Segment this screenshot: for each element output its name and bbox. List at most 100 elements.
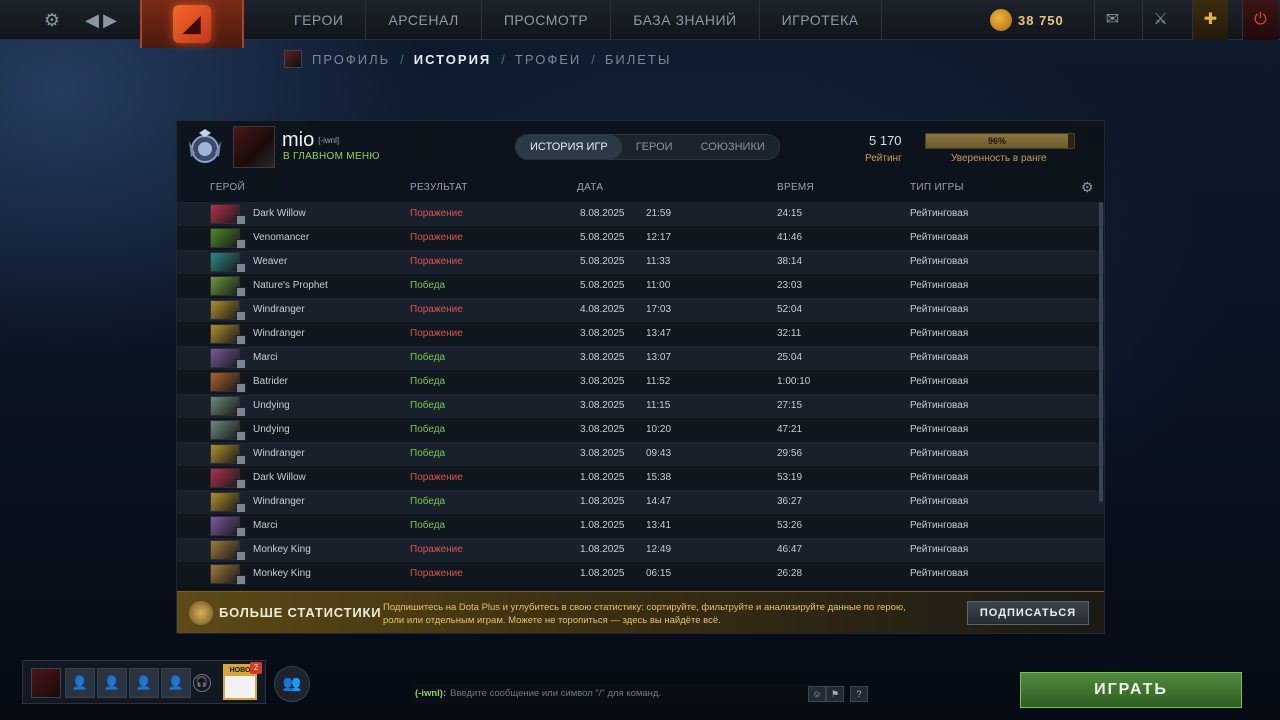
table-row[interactable]: Monkey King Поражение 1.08.2025 06:15 26…	[177, 562, 1104, 586]
match-time: 06:15	[646, 568, 672, 579]
table-row[interactable]: Windranger Победа 1.08.2025 14:47 36:27 …	[177, 490, 1104, 514]
player-avatar[interactable]	[233, 126, 275, 168]
hero-name: Monkey King	[253, 544, 311, 555]
tab-match-history[interactable]: ИСТОРИЯ ИГР	[516, 135, 622, 159]
table-row[interactable]: Windranger Победа 3.08.2025 09:43 29:56 …	[177, 442, 1104, 466]
hero-name: Weaver	[253, 256, 288, 267]
shards-counter[interactable]: 38 750	[990, 8, 1064, 32]
role-icon	[236, 455, 246, 465]
party-slot-self[interactable]	[31, 668, 61, 698]
nav-learn[interactable]: БАЗА ЗНАНИЙ	[611, 0, 760, 40]
forward-arrow-icon[interactable]: ▶	[98, 8, 122, 32]
match-duration: 47:21	[777, 424, 803, 435]
match-time: 12:49	[646, 544, 672, 555]
party-slot-empty[interactable]: 👤	[97, 668, 127, 698]
table-row[interactable]: Windranger Поражение 3.08.2025 13:47 32:…	[177, 322, 1104, 346]
role-icon	[236, 503, 246, 513]
nav-arcade[interactable]: ИГРОТЕКА	[760, 0, 882, 40]
gear-icon[interactable]: ⚙	[40, 8, 64, 32]
table-row[interactable]: Undying Победа 3.08.2025 11:15 27:15 Рей…	[177, 394, 1104, 418]
role-icon	[236, 287, 246, 297]
rating-value: 5 170	[869, 133, 902, 148]
hero-name: Monkey King	[253, 568, 311, 579]
power-icon[interactable]: ⏻	[1242, 0, 1278, 40]
avatar	[284, 50, 302, 68]
gear-icon[interactable]: ⚙	[1081, 179, 1094, 196]
help-icon[interactable]: ?	[850, 686, 868, 702]
match-history-panel: mio [-iwnl] В ГЛАВНОМ МЕНЮ ИСТОРИЯ ИГР ГЕ…	[176, 120, 1105, 634]
match-date: 5.08.2025	[580, 232, 625, 243]
match-date: 8.08.2025	[580, 208, 625, 219]
table-row[interactable]: Marci Победа 3.08.2025 13:07 25:04 Рейти…	[177, 346, 1104, 370]
game-mode: Рейтинговая	[910, 352, 969, 363]
chat-bar[interactable]: (-iwnl): Введите сообщение или символ "/"…	[412, 684, 868, 704]
table-row[interactable]: Windranger Поражение 4.08.2025 17:03 52:…	[177, 298, 1104, 322]
nav-heroes[interactable]: ГЕРОИ	[272, 0, 367, 40]
nav-watch[interactable]: ПРОСМОТР	[482, 0, 612, 40]
match-date: 3.08.2025	[580, 448, 625, 459]
party-slot-empty[interactable]: 👤	[129, 668, 159, 698]
match-result: Поражение	[410, 304, 463, 315]
party-slot-empty[interactable]: 👤	[161, 668, 191, 698]
col-hero[interactable]: ГЕРОЙ	[210, 182, 245, 193]
table-row[interactable]: Dark Willow Поражение 8.08.2025 21:59 24…	[177, 202, 1104, 226]
table-row[interactable]: Venomancer Поражение 5.08.2025 12:17 41:…	[177, 226, 1104, 250]
play-button[interactable]: ИГРАТЬ	[1020, 672, 1242, 708]
tab-allies[interactable]: СОЮЗНИКИ	[687, 135, 779, 159]
dota-logo-icon: ◢	[173, 5, 211, 43]
table-row[interactable]: Monkey King Поражение 1.08.2025 12:49 46…	[177, 538, 1104, 562]
match-date: 3.08.2025	[580, 400, 625, 411]
col-game-mode[interactable]: ТИП ИГРЫ	[910, 182, 964, 193]
subscribe-button[interactable]: ПОДПИСАТЬСЯ	[967, 601, 1089, 625]
scrollbar[interactable]	[1099, 202, 1103, 502]
match-duration: 52:04	[777, 304, 803, 315]
party-panel: 👤 👤 👤 👤 🎧 НОВО 2	[22, 660, 266, 704]
friends-icon[interactable]: 👥	[274, 666, 310, 702]
col-date[interactable]: ДАТА	[577, 182, 603, 193]
voice-chat-icon[interactable]: 🎧	[193, 674, 211, 692]
match-duration: 1:00:10	[777, 376, 811, 387]
col-duration[interactable]: ВРЕМЯ	[777, 182, 814, 193]
col-result[interactable]: РЕЗУЛЬТАТ	[410, 182, 468, 193]
table-row[interactable]: Nature's Prophet Победа 5.08.2025 11:00 …	[177, 274, 1104, 298]
table-row[interactable]: Marci Победа 1.08.2025 13:41 53:26 Рейти…	[177, 514, 1104, 538]
hero-name: Venomancer	[253, 232, 310, 243]
breadcrumb-separator: /	[501, 51, 505, 67]
hero-name: Batrider	[253, 376, 289, 387]
tab-history[interactable]: ИСТОРИЯ	[414, 52, 492, 67]
tab-heroes[interactable]: ГЕРОИ	[622, 135, 687, 159]
player-status: В ГЛАВНОМ МЕНЮ	[283, 151, 380, 162]
tab-tickets[interactable]: БИЛЕТЫ	[605, 52, 672, 67]
match-date: 5.08.2025	[580, 280, 625, 291]
news-button[interactable]: НОВО 2	[223, 662, 262, 700]
chat-channel: (-iwnl):	[415, 688, 447, 699]
table-row[interactable]: Batrider Победа 3.08.2025 11:52 1:00:10 …	[177, 370, 1104, 394]
tab-profile[interactable]: ПРОФИЛЬ	[312, 52, 390, 67]
match-date: 1.08.2025	[580, 544, 625, 555]
promo-title: БОЛЬШЕ СТАТИСТИКИ	[219, 605, 382, 620]
match-duration: 32:11	[777, 328, 802, 339]
nav-armory[interactable]: АРСЕНАЛ	[366, 0, 482, 40]
armory-icon[interactable]: ⚔	[1142, 0, 1178, 40]
table-row[interactable]: Dark Willow Поражение 1.08.2025 15:38 53…	[177, 466, 1104, 490]
chat-input[interactable]: Введите сообщение или символ "/" для ком…	[450, 688, 661, 699]
breadcrumb-separator: /	[591, 51, 595, 67]
dota-logo-button[interactable]: ◢	[140, 0, 244, 48]
emoji-icon[interactable]: ☺	[808, 686, 826, 702]
role-icon	[236, 335, 246, 345]
party-slot-empty[interactable]: 👤	[65, 668, 95, 698]
match-date: 1.08.2025	[580, 496, 625, 507]
tab-trophies[interactable]: ТРОФЕИ	[515, 52, 581, 67]
table-row[interactable]: Undying Победа 3.08.2025 10:20 47:21 Рей…	[177, 418, 1104, 442]
mail-icon[interactable]: ✉	[1094, 0, 1130, 40]
main-nav: ГЕРОИ АРСЕНАЛ ПРОСМОТР БАЗА ЗНАНИЙ ИГРОТ…	[272, 0, 882, 40]
shards-icon	[990, 9, 1012, 31]
dota-plus-icon	[189, 601, 213, 625]
chat-settings-icon[interactable]: ⚑	[826, 686, 844, 702]
match-result: Поражение	[410, 208, 463, 219]
top-bar: ⚙ ◀ ▶ ◢ ГЕРОИ АРСЕНАЛ ПРОСМОТР БАЗА ЗНАН…	[0, 0, 1280, 48]
game-mode: Рейтинговая	[910, 448, 969, 459]
table-row[interactable]: Weaver Поражение 5.08.2025 11:33 38:14 Р…	[177, 250, 1104, 274]
dota-plus-icon[interactable]: ✚	[1192, 0, 1228, 40]
match-date: 3.08.2025	[580, 352, 625, 363]
